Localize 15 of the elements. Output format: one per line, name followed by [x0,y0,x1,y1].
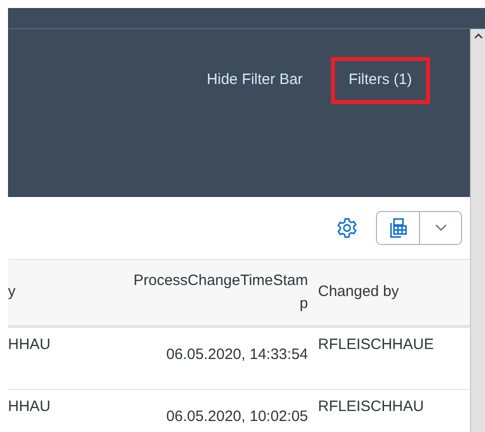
hide-filter-bar-button[interactable]: Hide Filter Bar [188,57,321,104]
table-cell-text: HHAU [8,397,52,417]
column-header[interactable]: ProcessChangeTimeStamp [130,270,308,315]
table-cell-text: HHAU [8,335,52,355]
table-cell-text: 06.05.2020, 10:02:05 [165,407,308,427]
column-header[interactable]: Changed by [318,281,443,304]
scroll-up-icon[interactable] [474,33,482,39]
settings-icon[interactable] [336,217,358,239]
column-header[interactable]: y [8,281,78,304]
table-cell-text: RFLEISCHHAUE [318,335,435,355]
spreadsheet-icon [388,217,408,239]
table-cell-text: RFLEISCHHAU [318,397,425,417]
table-cell-text: 06.05.2020, 14:33:54 [165,345,308,365]
filters-button[interactable]: Filters (1) [330,57,430,104]
chevron-down-icon [434,224,446,232]
